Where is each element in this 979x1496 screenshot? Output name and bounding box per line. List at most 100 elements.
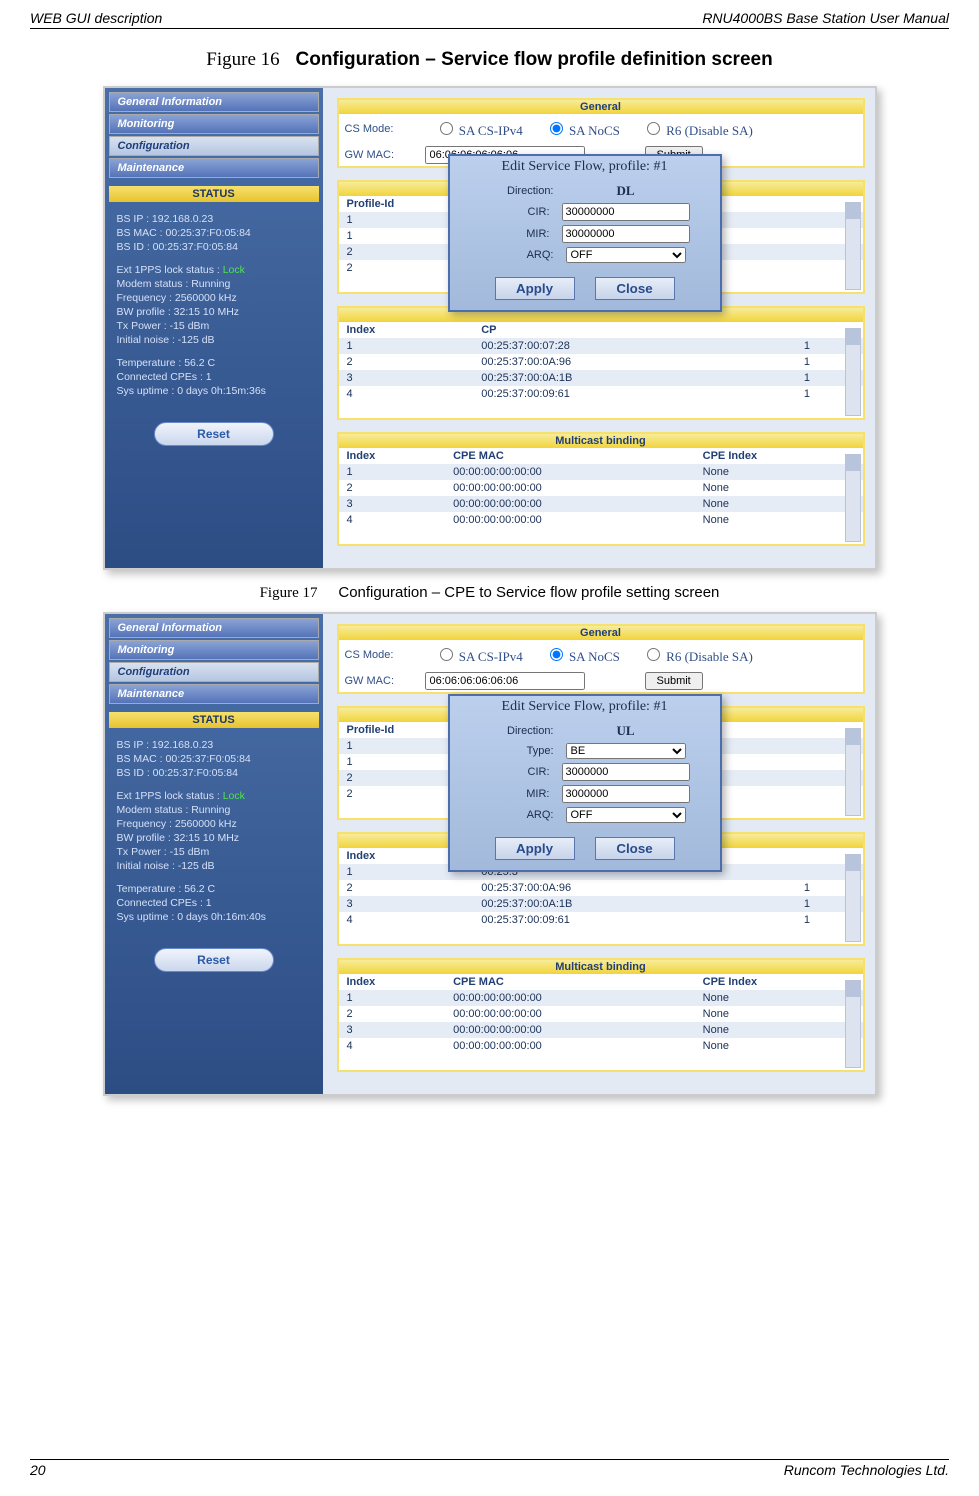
direction-label: Direction: — [484, 185, 554, 197]
radio-sa-nocs-input[interactable] — [550, 648, 563, 661]
apply-button[interactable]: Apply — [495, 837, 575, 860]
radio-sa-cs-ipv4[interactable]: SA CS-IPv4 — [435, 119, 523, 139]
figure17-number: Figure 17 — [260, 585, 318, 601]
scroll-thumb[interactable] — [846, 855, 860, 871]
figure16-caption: Figure 16 Configuration – Service flow p… — [30, 49, 949, 71]
mir-input[interactable] — [562, 785, 690, 803]
table-row[interactable]: 400:25:37:00:09:611 — [339, 386, 863, 402]
type-select[interactable]: BE — [566, 743, 686, 759]
status-heading: STATUS — [109, 712, 319, 728]
scroll-thumb[interactable] — [846, 203, 860, 219]
cir-label: CIR: — [480, 206, 550, 218]
table-row[interactable]: 300:25:37:00:0A:1B1 — [339, 370, 863, 386]
general-panel: General CS Mode: SA CS-IPv4 SA NoCS R6 (… — [337, 624, 865, 694]
scrollbar[interactable] — [845, 854, 861, 942]
nav-configuration[interactable]: Configuration — [109, 662, 319, 682]
cpe-col-index: Index — [339, 322, 474, 338]
status-heading: STATUS — [109, 186, 319, 202]
scroll-thumb[interactable] — [846, 455, 860, 471]
figure17-text: Configuration – CPE to Service flow prof… — [338, 584, 719, 601]
multicast-title: Multicast binding — [339, 434, 863, 448]
cir-input[interactable] — [562, 763, 690, 781]
status-uptime: Sys uptime : 0 days 0h:15m:36s — [117, 384, 311, 398]
multicast-panel: Multicast binding IndexCPE MACCPE Index … — [337, 432, 865, 546]
cpe-col-mac: CP — [473, 322, 796, 338]
reset-button[interactable]: Reset — [154, 422, 274, 446]
scroll-thumb[interactable] — [846, 729, 860, 745]
footer-page-number: 20 — [30, 1462, 46, 1478]
scrollbar[interactable] — [845, 454, 861, 542]
table-row[interactable]: 300:25:37:00:0A:1B1 — [339, 896, 863, 912]
status-panel: BS IP : 192.168.0.23 BS MAC : 00:25:37:F… — [109, 204, 319, 412]
close-button[interactable]: Close — [595, 837, 675, 860]
direction-value: DL — [566, 183, 686, 199]
table-row[interactable]: 400:00:00:00:00:00None — [339, 1038, 863, 1054]
radio-sa-nocs[interactable]: SA NoCS — [545, 645, 620, 665]
scrollbar[interactable] — [845, 202, 861, 290]
nav-general-information[interactable]: General Information — [109, 618, 319, 638]
scroll-thumb[interactable] — [846, 981, 860, 997]
mc-col-cpeindex: CPE Index — [695, 448, 863, 464]
table-row[interactable]: 100:25:37:00:07:281 — [339, 338, 863, 354]
arq-select[interactable]: OFF — [566, 247, 686, 263]
mir-input[interactable] — [562, 225, 690, 243]
table-row[interactable]: 100:00:00:00:00:00None — [339, 464, 863, 480]
table-row[interactable]: 200:00:00:00:00:00None — [339, 1006, 863, 1022]
radio-sa-cs-ipv4-input[interactable] — [440, 122, 453, 135]
figure16-text: Configuration – Service flow profile def… — [296, 49, 773, 70]
table-row[interactable]: 100:00:00:00:00:00None — [339, 990, 863, 1006]
status-bs-ip: BS IP : 192.168.0.23 — [117, 738, 311, 752]
apply-button[interactable]: Apply — [495, 277, 575, 300]
scrollbar[interactable] — [845, 980, 861, 1068]
edit-service-flow-dialog: Edit Service Flow, profile: #1 Direction… — [448, 154, 722, 312]
status-panel: BS IP : 192.168.0.23 BS MAC : 00:25:37:F… — [109, 730, 319, 938]
nav-general-information[interactable]: General Information — [109, 92, 319, 112]
table-row[interactable]: 200:00:00:00:00:00None — [339, 480, 863, 496]
mir-label: MIR: — [480, 788, 550, 800]
type-label: Type: — [484, 745, 554, 757]
status-bw-profile: BW profile : 32:15 10 MHz — [117, 305, 311, 319]
radio-sa-cs-ipv4-input[interactable] — [440, 648, 453, 661]
nav-maintenance[interactable]: Maintenance — [109, 158, 319, 178]
nav-monitoring[interactable]: Monitoring — [109, 114, 319, 134]
gw-mac-input[interactable] — [425, 672, 585, 690]
table-row[interactable]: 300:00:00:00:00:00None — [339, 496, 863, 512]
arq-select[interactable]: OFF — [566, 807, 686, 823]
mc-col-index: Index — [339, 974, 446, 990]
direction-value: UL — [566, 723, 686, 739]
status-uptime: Sys uptime : 0 days 0h:16m:40s — [117, 910, 311, 924]
cpe-table: IndexCP 100:25:37:00:07:281 200:25:37:00… — [339, 322, 863, 402]
page-footer: 20 Runcom Technologies Ltd. — [30, 1459, 949, 1478]
cs-mode-label: CS Mode: — [345, 123, 425, 135]
table-row[interactable]: 400:25:37:00:09:611 — [339, 912, 863, 928]
page-header: WEB GUI description RNU4000BS Base Stati… — [30, 10, 949, 29]
nav-maintenance[interactable]: Maintenance — [109, 684, 319, 704]
screenshot-fig17: General Information Monitoring Configura… — [103, 612, 877, 1096]
scroll-thumb[interactable] — [846, 329, 860, 345]
multicast-title: Multicast binding — [339, 960, 863, 974]
mc-col-cpeindex: CPE Index — [695, 974, 863, 990]
footer-company: Runcom Technologies Ltd. — [784, 1462, 949, 1478]
close-button[interactable]: Close — [595, 277, 675, 300]
table-row[interactable]: 300:00:00:00:00:00None — [339, 1022, 863, 1038]
reset-button[interactable]: Reset — [154, 948, 274, 972]
table-row[interactable]: 200:25:37:00:0A:961 — [339, 354, 863, 370]
submit-button[interactable]: Submit — [645, 672, 703, 690]
scrollbar[interactable] — [845, 728, 861, 816]
table-row[interactable]: 200:25:37:00:0A:961 — [339, 880, 863, 896]
radio-r6-disable-sa[interactable]: R6 (Disable SA) — [642, 645, 753, 665]
nav-monitoring[interactable]: Monitoring — [109, 640, 319, 660]
header-left: WEB GUI description — [30, 10, 162, 26]
radio-r6-input[interactable] — [647, 648, 660, 661]
nav-configuration[interactable]: Configuration — [109, 136, 319, 156]
table-row[interactable]: 400:00:00:00:00:00None — [339, 512, 863, 528]
radio-sa-nocs-input[interactable] — [550, 122, 563, 135]
cir-input[interactable] — [562, 203, 690, 221]
scrollbar[interactable] — [845, 328, 861, 416]
radio-r6-input[interactable] — [647, 122, 660, 135]
status-bs-mac: BS MAC : 00:25:37:F0:05:84 — [117, 226, 311, 240]
radio-r6-disable-sa[interactable]: R6 (Disable SA) — [642, 119, 753, 139]
radio-sa-cs-ipv4[interactable]: SA CS-IPv4 — [435, 645, 523, 665]
radio-sa-nocs[interactable]: SA NoCS — [545, 119, 620, 139]
status-bw-profile: BW profile : 32:15 10 MHz — [117, 831, 311, 845]
